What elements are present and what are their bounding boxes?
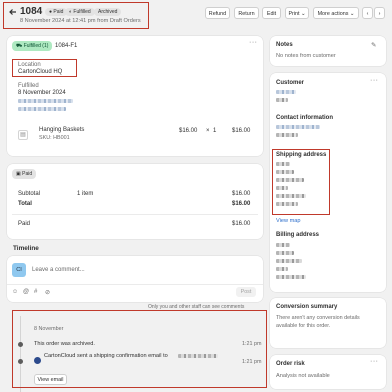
edit-button[interactable]: Edit xyxy=(262,7,281,19)
notes-text: No notes from customer xyxy=(276,53,336,59)
item-times: × xyxy=(206,128,210,134)
comment-input[interactable]: Leave a comment... xyxy=(32,267,232,273)
shipping-address-redacted xyxy=(276,186,288,190)
tracking-info-redacted xyxy=(18,99,73,103)
avatar: CI xyxy=(12,263,26,277)
risk-title: Order risk xyxy=(276,361,305,367)
more-options-icon[interactable]: ··· xyxy=(249,39,258,46)
next-order-button[interactable]: › xyxy=(374,7,385,19)
return-button[interactable]: Return xyxy=(234,7,259,19)
back-button[interactable] xyxy=(8,7,18,17)
more-actions-button[interactable]: More actions ⌄ xyxy=(313,7,359,19)
timeline-track xyxy=(20,316,21,392)
comment-box: CI Leave a comment... ☺ @ # ⊘ Post xyxy=(7,256,263,302)
timeline-event-text: CartonCloud sent a shipping confirmation… xyxy=(44,353,168,359)
contact-email-redacted[interactable] xyxy=(276,125,320,129)
order-number: 1084 xyxy=(20,6,43,17)
paid-value: $16.00 xyxy=(232,221,251,227)
billing-address-redacted xyxy=(276,251,294,255)
order-subtitle: 8 November 2024 at 12:41 pm from Draft O… xyxy=(20,18,141,24)
item-sku: SKU: HB001 xyxy=(39,135,70,141)
item-total: $16.00 xyxy=(232,128,251,134)
conversion-text: There aren't any conversion details avai… xyxy=(276,315,360,329)
timeline-title: Timeline xyxy=(13,245,39,252)
location-label: Location xyxy=(18,62,41,68)
paid-label: Paid xyxy=(18,221,31,227)
billing-address-redacted xyxy=(276,243,290,247)
pencil-icon[interactable]: ✎ xyxy=(371,41,376,49)
payment-status-badge: ▣ Paid xyxy=(12,169,37,179)
customer-more-icon[interactable]: ··· xyxy=(370,77,379,84)
notes-title: Notes xyxy=(276,42,293,48)
subtotal-items: 1 item xyxy=(77,191,94,197)
billing-address-redacted xyxy=(276,267,288,271)
tracking-link-redacted[interactable] xyxy=(18,107,66,111)
payment-card: ▣ Paid Subtotal 1 item $16.00 Total $16.… xyxy=(7,164,263,239)
truck-icon: ⛟ xyxy=(16,43,24,49)
contact-title: Contact information xyxy=(276,115,333,121)
notes-card: Notes ✎ No notes from customer xyxy=(270,36,386,66)
shipping-address-redacted xyxy=(276,162,290,166)
payment-divider xyxy=(12,214,258,215)
customer-card: Customer ··· Contact information Shippin… xyxy=(270,73,386,292)
contact-phone-redacted xyxy=(276,133,298,137)
timeline-event-time: 1:21 pm xyxy=(242,359,262,365)
total-label: Total xyxy=(18,201,32,207)
fulfilled-count-badge: ⛟ Fulfilled (1) xyxy=(12,41,53,51)
shipping-address-redacted xyxy=(276,194,306,198)
print-button[interactable]: Print ⌄ xyxy=(285,7,309,19)
risk-text: Analysis not available xyxy=(276,373,330,379)
email-address-redacted xyxy=(178,354,218,358)
product-thumbnail-icon: ▤ xyxy=(18,130,28,140)
view-map-link[interactable]: View map xyxy=(276,218,300,224)
subtotal-value: $16.00 xyxy=(232,191,251,197)
view-email-button[interactable]: View email xyxy=(34,374,67,385)
location-value: CartonCloud HQ xyxy=(18,69,63,75)
previous-order-button[interactable]: ‹ xyxy=(362,7,373,19)
attachment-icon[interactable]: ⊘ xyxy=(45,289,50,296)
arrow-left-icon xyxy=(9,9,16,15)
shipping-address-redacted xyxy=(276,178,304,182)
refund-button[interactable]: Refund xyxy=(205,7,230,19)
conversion-title: Conversion summary xyxy=(276,304,338,310)
customer-orders-redacted xyxy=(276,98,288,102)
item-quantity: 1 xyxy=(213,128,217,134)
customer-title: Customer xyxy=(276,80,305,86)
comment-divider xyxy=(7,284,263,285)
shipping-address-redacted xyxy=(276,202,298,206)
risk-more-icon[interactable]: ··· xyxy=(370,358,379,365)
timeline-dot xyxy=(18,359,23,364)
timeline-date: 8 November xyxy=(34,326,64,332)
shipping-title: Shipping address xyxy=(276,152,327,158)
timeline-dot xyxy=(18,342,23,347)
emoji-icon[interactable]: ☺ xyxy=(12,289,18,295)
archived-badge: Archived xyxy=(94,8,122,16)
hashtag-icon[interactable]: # xyxy=(34,289,37,295)
billing-title: Billing address xyxy=(276,232,320,238)
fulfilled-label: Fulfilled xyxy=(18,83,39,89)
risk-card: Order risk ··· Analysis not available xyxy=(270,355,386,389)
subtotal-label: Subtotal xyxy=(18,191,41,197)
fulfillment-card: ⛟ Fulfilled (1) 1084-F1 ··· Location Car… xyxy=(7,36,263,156)
item-price: $16.00 xyxy=(179,128,198,134)
item-name[interactable]: Hanging Baskets xyxy=(39,127,84,133)
fulfilled-date: 8 November 2024 xyxy=(18,90,66,96)
fulfilled-badge: ◐ Fulfilled xyxy=(65,8,95,16)
billing-address-redacted xyxy=(276,275,306,279)
timeline-event-time: 1:21 pm xyxy=(242,341,262,347)
fulfillment-code: 1084-F1 xyxy=(55,43,78,49)
post-button[interactable]: Post xyxy=(236,287,256,297)
customer-name-redacted[interactable] xyxy=(276,90,296,94)
conversion-card: Conversion summary There aren't any conv… xyxy=(270,298,386,348)
mention-icon[interactable]: @ xyxy=(23,289,29,295)
total-value: $16.00 xyxy=(232,201,251,207)
carton-logo-icon xyxy=(34,357,41,364)
comment-visibility-note: Only you and other staff can see comment… xyxy=(148,304,245,310)
shipping-address-redacted xyxy=(276,170,294,174)
timeline-event-text: This order was archived. xyxy=(34,341,95,347)
billing-address-redacted xyxy=(276,259,302,263)
